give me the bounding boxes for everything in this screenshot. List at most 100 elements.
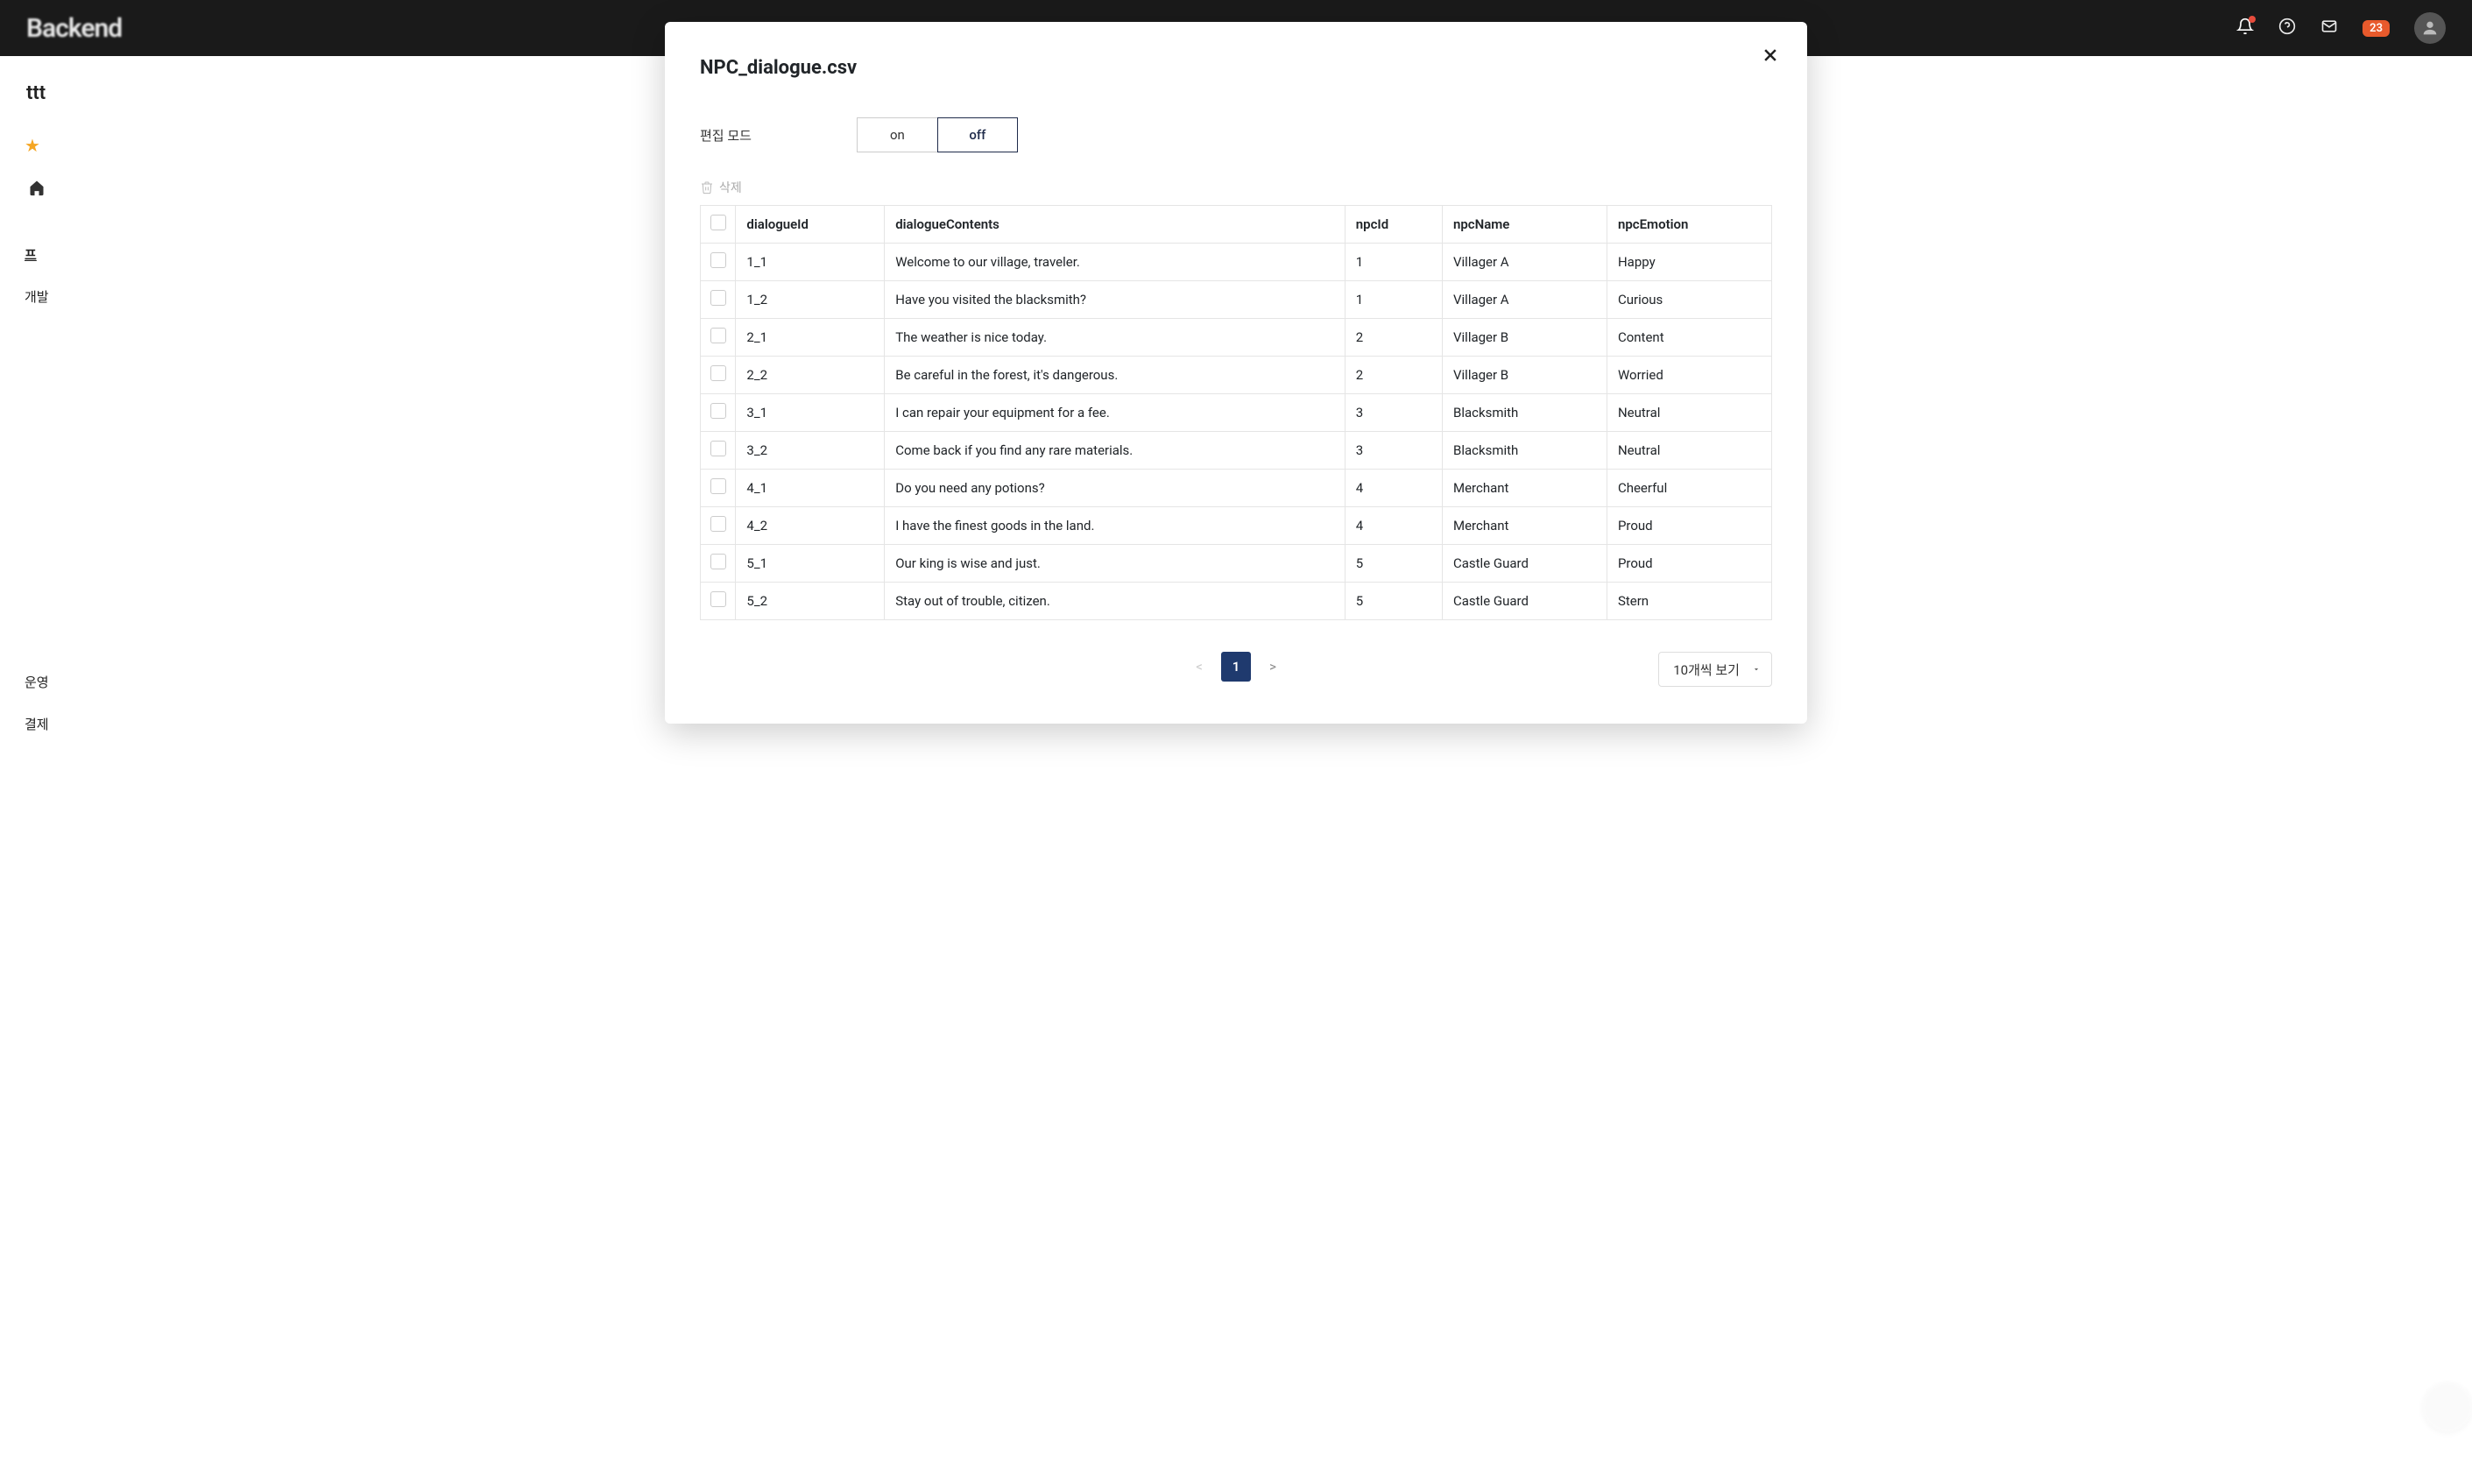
cell-npcName: Blacksmith bbox=[1442, 432, 1607, 470]
cell-dialogueId: 4_2 bbox=[736, 507, 885, 545]
row-checkbox[interactable] bbox=[710, 403, 726, 419]
delete-button[interactable]: 삭제 bbox=[700, 179, 1772, 196]
cell-npcName: Villager B bbox=[1442, 357, 1607, 394]
cell-npcId: 2 bbox=[1345, 319, 1442, 357]
cell-npcEmotion: Proud bbox=[1607, 507, 1771, 545]
cell-npcName: Merchant bbox=[1442, 507, 1607, 545]
row-checkbox[interactable] bbox=[710, 365, 726, 381]
cell-dialogueContents: Welcome to our village, traveler. bbox=[885, 244, 1345, 281]
row-checkbox[interactable] bbox=[710, 328, 726, 343]
cell-npcName: Villager A bbox=[1442, 244, 1607, 281]
cell-npcId: 5 bbox=[1345, 583, 1442, 620]
row-checkbox-cell bbox=[701, 583, 736, 620]
cell-npcName: Villager B bbox=[1442, 319, 1607, 357]
cell-npcName: Merchant bbox=[1442, 470, 1607, 507]
cell-dialogueId: 3_1 bbox=[736, 394, 885, 432]
cell-dialogueContents: Do you need any potions? bbox=[885, 470, 1345, 507]
cell-dialogueId: 4_1 bbox=[736, 470, 885, 507]
cell-npcName: Castle Guard bbox=[1442, 545, 1607, 583]
modal-title: NPC_dialogue.csv bbox=[700, 57, 1772, 79]
row-checkbox-cell bbox=[701, 319, 736, 357]
toggle-on-button[interactable]: on bbox=[857, 117, 937, 152]
row-checkbox[interactable] bbox=[710, 441, 726, 456]
table-row[interactable]: 5_1Our king is wise and just.5Castle Gua… bbox=[701, 545, 1772, 583]
cell-npcId: 1 bbox=[1345, 244, 1442, 281]
cell-npcEmotion: Neutral bbox=[1607, 394, 1771, 432]
cell-dialogueId: 5_2 bbox=[736, 583, 885, 620]
cell-npcId: 3 bbox=[1345, 394, 1442, 432]
cell-npcEmotion: Curious bbox=[1607, 281, 1771, 319]
page-size-label: 10개씩 보기 bbox=[1673, 661, 1740, 679]
row-checkbox-cell bbox=[701, 357, 736, 394]
row-checkbox[interactable] bbox=[710, 478, 726, 494]
select-all-cell bbox=[701, 206, 736, 244]
col-dialogueId: dialogueId bbox=[736, 206, 885, 244]
cell-dialogueContents: Be careful in the forest, it's dangerous… bbox=[885, 357, 1345, 394]
row-checkbox-cell bbox=[701, 545, 736, 583]
pager-next[interactable]: > bbox=[1258, 652, 1288, 682]
cell-dialogueId: 2_2 bbox=[736, 357, 885, 394]
cell-npcName: Castle Guard bbox=[1442, 583, 1607, 620]
edit-mode-row: 편집 모드 on off bbox=[700, 117, 1772, 152]
toggle-off-button[interactable]: off bbox=[937, 117, 1018, 152]
cell-dialogueContents: I have the finest goods in the land. bbox=[885, 507, 1345, 545]
cell-npcEmotion: Content bbox=[1607, 319, 1771, 357]
cell-npcEmotion: Cheerful bbox=[1607, 470, 1771, 507]
edit-mode-toggle: on off bbox=[857, 117, 1018, 152]
table-row[interactable]: 2_2Be careful in the forest, it's danger… bbox=[701, 357, 1772, 394]
row-checkbox[interactable] bbox=[710, 290, 726, 306]
cell-dialogueId: 1_2 bbox=[736, 281, 885, 319]
cell-dialogueContents: I can repair your equipment for a fee. bbox=[885, 394, 1345, 432]
row-checkbox-cell bbox=[701, 394, 736, 432]
table-row[interactable]: 4_1Do you need any potions?4MerchantChee… bbox=[701, 470, 1772, 507]
col-npcEmotion: npcEmotion bbox=[1607, 206, 1771, 244]
cell-dialogueContents: Stay out of trouble, citizen. bbox=[885, 583, 1345, 620]
cell-dialogueContents: Come back if you find any rare materials… bbox=[885, 432, 1345, 470]
pager-prev[interactable]: < bbox=[1184, 652, 1214, 682]
row-checkbox[interactable] bbox=[710, 591, 726, 607]
cell-npcName: Villager A bbox=[1442, 281, 1607, 319]
cell-dialogueId: 5_1 bbox=[736, 545, 885, 583]
cell-dialogueContents: Have you visited the blacksmith? bbox=[885, 281, 1345, 319]
table-row[interactable]: 3_2Come back if you find any rare materi… bbox=[701, 432, 1772, 470]
select-all-checkbox[interactable] bbox=[710, 215, 726, 230]
row-checkbox-cell bbox=[701, 470, 736, 507]
row-checkbox[interactable] bbox=[710, 252, 726, 268]
table-row[interactable]: 4_2I have the finest goods in the land.4… bbox=[701, 507, 1772, 545]
row-checkbox-cell bbox=[701, 432, 736, 470]
cell-dialogueId: 1_1 bbox=[736, 244, 885, 281]
table-row[interactable]: 3_1I can repair your equipment for a fee… bbox=[701, 394, 1772, 432]
close-icon[interactable] bbox=[1762, 46, 1779, 67]
cell-npcId: 4 bbox=[1345, 507, 1442, 545]
cell-npcId: 5 bbox=[1345, 545, 1442, 583]
col-dialogueContents: dialogueContents bbox=[885, 206, 1345, 244]
table-row[interactable]: 2_1The weather is nice today.2Villager B… bbox=[701, 319, 1772, 357]
cell-npcEmotion: Proud bbox=[1607, 545, 1771, 583]
cell-dialogueContents: Our king is wise and just. bbox=[885, 545, 1345, 583]
table-row[interactable]: 5_2Stay out of trouble, citizen.5Castle … bbox=[701, 583, 1772, 620]
delete-label: 삭제 bbox=[719, 179, 742, 196]
cell-npcName: Blacksmith bbox=[1442, 394, 1607, 432]
col-npcName: npcName bbox=[1442, 206, 1607, 244]
trash-icon bbox=[700, 180, 714, 194]
cell-npcEmotion: Worried bbox=[1607, 357, 1771, 394]
table-header-row: dialogueId dialogueContents npcId npcNam… bbox=[701, 206, 1772, 244]
row-checkbox-cell bbox=[701, 507, 736, 545]
page-size-select[interactable]: 10개씩 보기 bbox=[1658, 652, 1772, 687]
edit-mode-label: 편집 모드 bbox=[700, 126, 752, 145]
col-npcId: npcId bbox=[1345, 206, 1442, 244]
row-checkbox-cell bbox=[701, 244, 736, 281]
pager-current[interactable]: 1 bbox=[1221, 652, 1251, 682]
table-row[interactable]: 1_2Have you visited the blacksmith?1Vill… bbox=[701, 281, 1772, 319]
cell-dialogueContents: The weather is nice today. bbox=[885, 319, 1345, 357]
row-checkbox[interactable] bbox=[710, 516, 726, 532]
cell-npcEmotion: Neutral bbox=[1607, 432, 1771, 470]
pagination: < 1 > bbox=[1184, 652, 1288, 682]
cell-dialogueId: 2_1 bbox=[736, 319, 885, 357]
cell-npcId: 3 bbox=[1345, 432, 1442, 470]
cell-npcId: 1 bbox=[1345, 281, 1442, 319]
cell-npcId: 2 bbox=[1345, 357, 1442, 394]
chevron-down-icon bbox=[1752, 661, 1761, 677]
table-row[interactable]: 1_1Welcome to our village, traveler.1Vil… bbox=[701, 244, 1772, 281]
row-checkbox[interactable] bbox=[710, 554, 726, 569]
